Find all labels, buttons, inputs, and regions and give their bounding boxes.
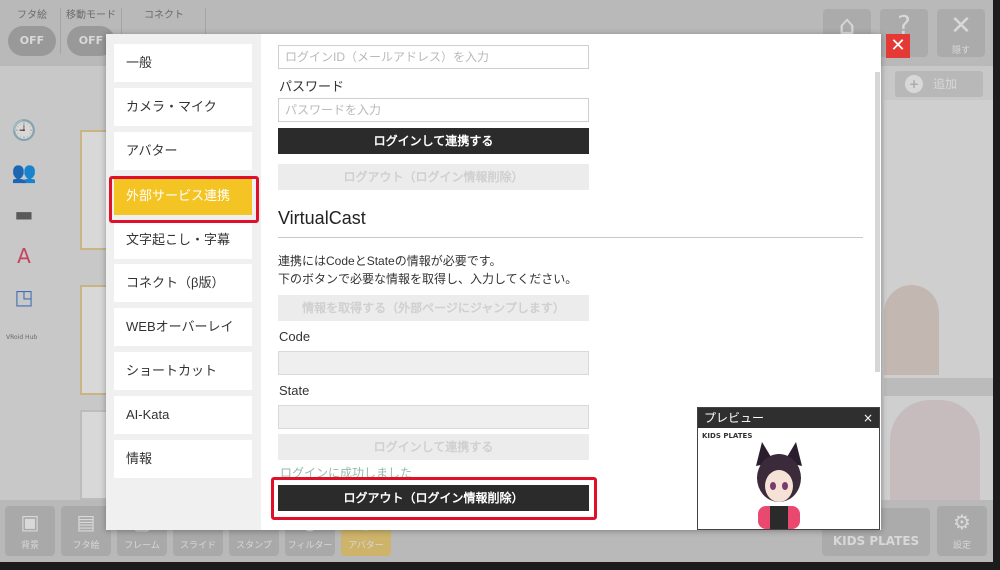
close-icon[interactable]: × — [863, 408, 873, 428]
preview-window: プレビュー × KIDS PLATES — [697, 407, 880, 530]
nav-item-ai-kata[interactable]: AI-Kata — [114, 396, 252, 434]
nav-item-transcription[interactable]: 文字起こし・字幕 — [114, 221, 252, 259]
settings-nav: 一般 カメラ・マイク アバター 外部サービス連携 文字起こし・字幕 コネクト（β… — [106, 34, 261, 530]
nav-item-general[interactable]: 一般 — [114, 44, 252, 82]
password-input[interactable]: パスワードを入力 — [278, 98, 589, 122]
preview-title: プレビュー — [704, 411, 765, 425]
logout-button-disabled: ログアウト（ログイン情報削除） — [278, 164, 589, 190]
virtualcast-desc-2: 下のボタンで必要な情報を取得し、入力してください。 — [278, 272, 578, 286]
preview-canvas: KIDS PLATES — [698, 428, 879, 529]
nav-item-camera-mic[interactable]: カメラ・マイク — [114, 88, 252, 126]
preview-titlebar[interactable]: プレビュー × — [698, 408, 879, 428]
code-label: Code — [279, 329, 311, 344]
nav-item-web-overlay[interactable]: WEBオーバーレイ — [114, 308, 252, 346]
virtualcast-heading: VirtualCast — [278, 208, 366, 228]
highlight-box — [271, 477, 597, 520]
state-input[interactable] — [278, 405, 589, 429]
scrollbar[interactable] — [875, 72, 880, 372]
avatar-illustration — [756, 442, 802, 529]
state-label: State — [279, 383, 310, 398]
login-button[interactable]: ログインして連携する — [278, 128, 589, 154]
nav-item-info[interactable]: 情報 — [114, 440, 252, 478]
nav-item-shortcut[interactable]: ショートカット — [114, 352, 252, 390]
code-input[interactable] — [278, 351, 589, 375]
get-info-button: 情報を取得する（外部ページにジャンプします） — [278, 295, 589, 321]
password-label: パスワード — [279, 79, 345, 94]
highlight-box — [109, 176, 259, 223]
nav-item-connect-beta[interactable]: コネクト（β版） — [114, 264, 252, 302]
nav-item-avatar[interactable]: アバター — [114, 132, 252, 170]
virtualcast-login-button: ログインして連携する — [278, 434, 589, 460]
divider — [278, 237, 863, 238]
virtualcast-desc-1: 連携にはCodeとStateの情報が必要です。 — [278, 254, 502, 268]
dialog-close-button[interactable]: ✕ — [886, 34, 910, 58]
login-id-input[interactable]: ログインID（メールアドレス）を入力 — [278, 45, 589, 69]
